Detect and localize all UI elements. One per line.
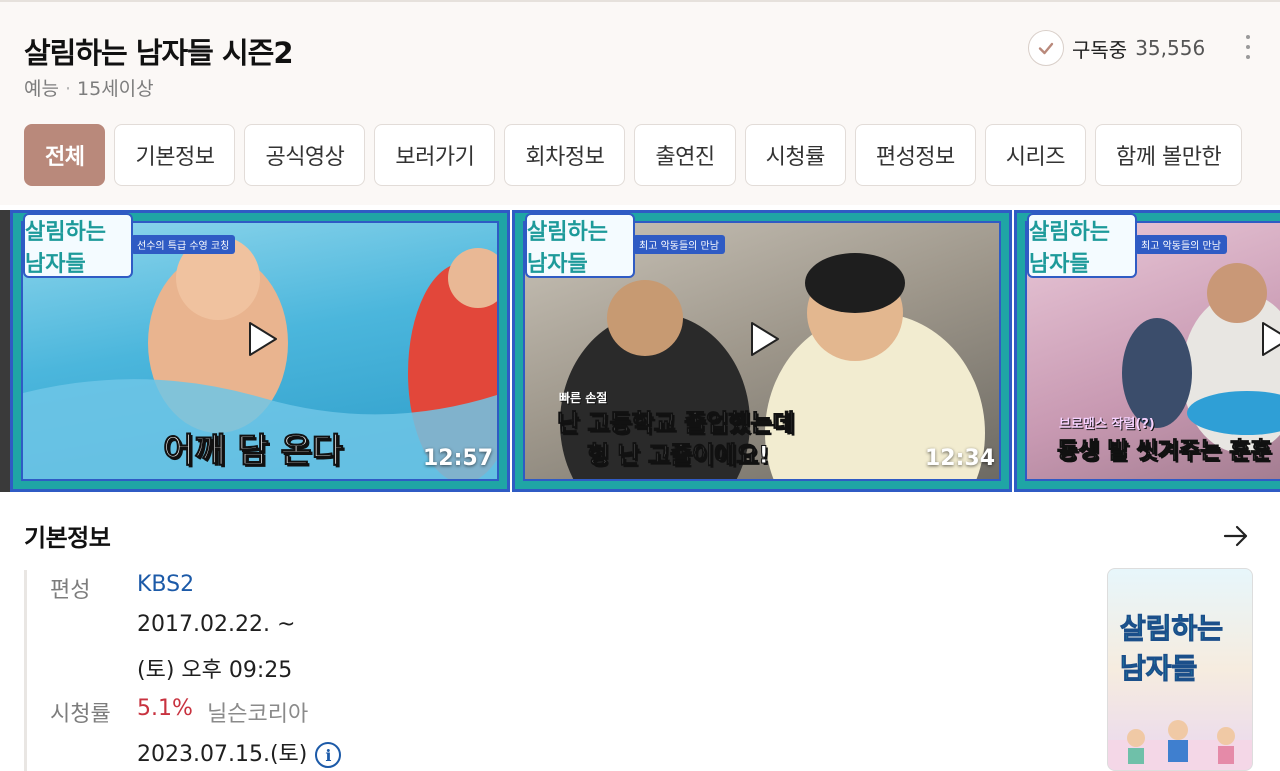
program-meta: 예능 · 15세이상	[24, 74, 154, 101]
show-logo: 살림하는 남자들	[23, 213, 133, 278]
tab-schedule[interactable]: 편성정보	[854, 124, 976, 186]
video-duration: 12:34	[924, 446, 995, 471]
section-title: 기본정보	[24, 524, 111, 552]
video-caption-line2: 형 난 고졸이에요!	[586, 441, 770, 470]
genre-label: 예능	[24, 78, 59, 100]
more-options-icon[interactable]	[1238, 32, 1258, 62]
program-header: 살림하는 남자들 시즌2 예능 · 15세이상 구독중 35,556 전체 기본정보…	[0, 0, 1280, 205]
play-icon	[1262, 322, 1280, 356]
air-schedule: (토) 오후 09:25	[137, 658, 293, 683]
play-icon	[751, 322, 779, 356]
video-caption: 어깨 담 온다	[162, 431, 344, 472]
subscriber-count: 35,556	[1135, 36, 1206, 60]
rating-date-text: 2023.07.15.(토)	[137, 742, 308, 767]
tab-watch[interactable]: 보러가기	[374, 124, 496, 186]
poster-logo: 살림하는 남자들	[1120, 612, 1224, 686]
tab-ratings[interactable]: 시청률	[744, 124, 846, 186]
play-icon	[249, 322, 277, 356]
separator-dot: ·	[64, 78, 72, 100]
start-date: 2017.02.22. ~	[137, 612, 296, 637]
video-carousel[interactable]: 살림하는 남자들 선수의 특급 수영 코칭 어깨 담 온다 12:57 살림하는…	[0, 210, 1280, 492]
video-caption: 동생 발 씻겨주는 훈훈	[1056, 438, 1272, 465]
info-icon[interactable]: i	[315, 742, 342, 768]
broadcast-label: 편성	[50, 578, 91, 603]
tab-official-video[interactable]: 공식영상	[244, 124, 366, 186]
tab-episode-info[interactable]: 회차정보	[504, 124, 626, 186]
previous-card-edge	[0, 210, 10, 492]
page-title: 살림하는 남자들 시즌2	[24, 36, 293, 70]
rating-value: 5.1%	[137, 696, 193, 721]
video-tagline: 선수의 특급 수영 코칭	[131, 235, 236, 254]
video-tagline: 최고 악동들의 만남	[633, 235, 725, 254]
subscribe-label: 구독중	[1072, 37, 1128, 62]
arrow-right-icon[interactable]	[1222, 522, 1250, 550]
subscribe-button[interactable]: 구독중 35,556	[1028, 30, 1205, 66]
broadcaster-link[interactable]: KBS2	[137, 572, 194, 597]
tab-basic-info[interactable]: 기본정보	[114, 124, 236, 186]
video-caption-small: 브로맨스 작렬(?)	[1059, 417, 1155, 432]
video-card[interactable]: 살림하는 남자들 최고 악동들의 만남 빠른 손절 난 고등학교 졸업했는데 형…	[512, 210, 1012, 492]
video-duration: 12:57	[422, 446, 493, 471]
age-rating-label: 15세이상	[77, 78, 154, 100]
tab-series[interactable]: 시리즈	[984, 124, 1087, 186]
video-tagline: 최고 악동들의 만남	[1135, 235, 1227, 254]
show-logo: 살림하는 남자들	[1027, 213, 1137, 278]
rating-label: 시청률	[50, 702, 111, 727]
show-logo: 살림하는 남자들	[525, 213, 635, 278]
program-poster[interactable]: 살림하는 남자들	[1107, 568, 1253, 771]
rating-date: 2023.07.15.(토) i	[137, 736, 342, 768]
video-card[interactable]: 살림하는 남자들 선수의 특급 수영 코칭 어깨 담 온다 12:57	[10, 210, 510, 492]
basic-info-panel: 편성 KBS2 2017.02.22. ~ (토) 오후 09:25 시청률 5…	[24, 570, 584, 771]
tab-cast[interactable]: 출연진	[634, 124, 736, 186]
checkmark-icon	[1028, 30, 1064, 66]
tab-related[interactable]: 함께 볼만한	[1095, 124, 1243, 186]
tab-all[interactable]: 전체	[24, 124, 106, 186]
tab-bar: 전체 기본정보 공식영상 보러가기 회차정보 출연진 시청률 편성정보 시리즈 …	[24, 124, 1243, 186]
video-card[interactable]: 살림하는 남자들 최고 악동들의 만남 브로맨스 작렬(?) 동생 발 씻겨주는…	[1014, 210, 1280, 492]
poster-illustration	[1108, 720, 1252, 770]
rating-source: 닐슨코리아	[207, 702, 309, 727]
video-caption-line1: 난 고등학교 졸업했는데	[557, 409, 796, 438]
